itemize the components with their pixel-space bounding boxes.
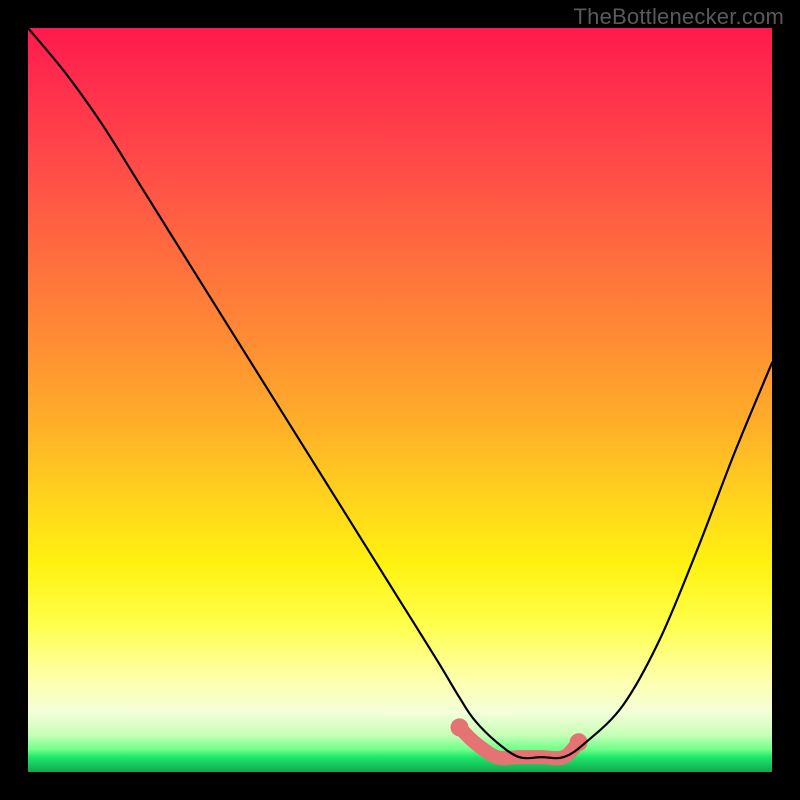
plot-area — [28, 28, 772, 772]
watermark-label: TheBottlenecker.com — [574, 4, 784, 30]
tolerance-dot-start — [451, 718, 469, 736]
curve-svg — [28, 28, 772, 772]
tolerance-band — [460, 727, 579, 758]
bottleneck-curve — [28, 28, 772, 758]
chart-frame: TheBottlenecker.com — [0, 0, 800, 800]
